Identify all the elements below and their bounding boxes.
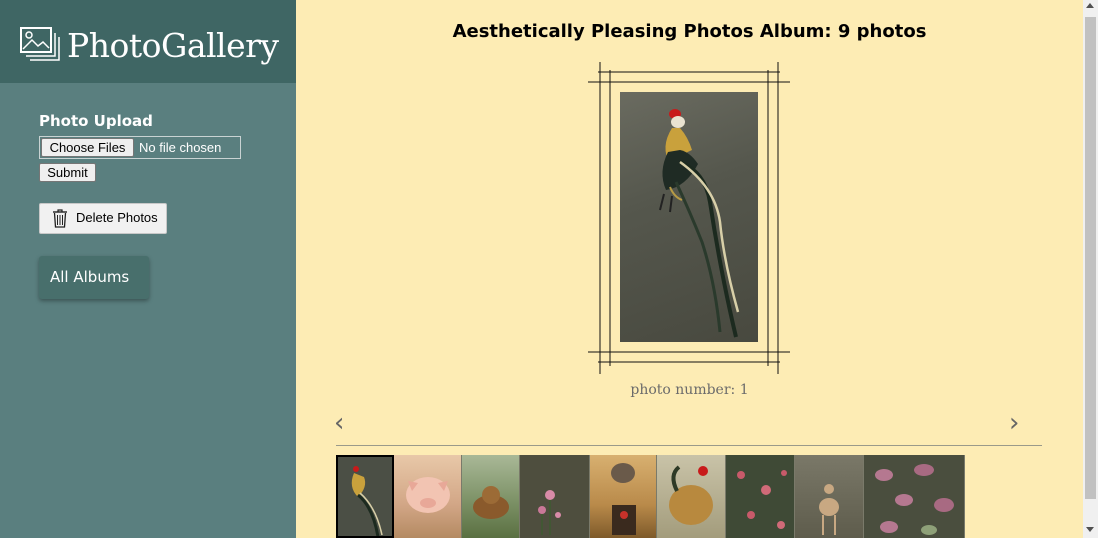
file-input[interactable]: Choose Files No file chosen [39, 136, 241, 159]
thumbnail-strip [336, 455, 965, 538]
choose-files-button[interactable]: Choose Files [41, 138, 134, 157]
thumbnail-rooster-hen[interactable] [657, 455, 726, 538]
thumbnail-deer[interactable] [795, 455, 864, 538]
main-photo-rooster[interactable] [620, 92, 758, 342]
thumbnail-pink-leaves[interactable] [864, 455, 965, 538]
thumbnail-train[interactable] [590, 455, 657, 538]
previous-arrow-icon[interactable]: ‹ [334, 408, 344, 438]
scroll-up-icon[interactable] [1086, 3, 1094, 8]
all-albums-label: All Albums [50, 268, 130, 286]
thumbnail-bear[interactable] [462, 455, 520, 538]
all-albums-button[interactable]: All Albums [39, 256, 149, 299]
upload-label: Photo Upload [39, 112, 153, 130]
thumbnail-flowers[interactable] [520, 455, 590, 538]
submit-button[interactable]: Submit [39, 163, 96, 182]
delete-photos-button[interactable]: Delete Photos [39, 203, 167, 234]
brand-bar: PhotoGallery [0, 0, 296, 83]
next-arrow-icon[interactable]: › [1009, 408, 1019, 438]
vertical-scrollbar[interactable] [1083, 0, 1098, 538]
scroll-down-icon[interactable] [1086, 527, 1094, 532]
app-title: PhotoGallery [67, 26, 279, 65]
rooster-image [659, 109, 740, 338]
thumbnail-rooster[interactable] [336, 455, 394, 538]
divider [336, 445, 1042, 446]
gallery-icon [20, 27, 60, 61]
thumbnail-pig[interactable] [394, 455, 462, 538]
scroll-thumb[interactable] [1085, 17, 1096, 499]
thumbnail-roses[interactable] [726, 455, 795, 538]
trash-icon [53, 209, 67, 228]
no-file-text: No file chosen [139, 140, 222, 155]
sidebar: PhotoGallery Photo Upload Choose Files N… [0, 0, 296, 538]
album-title: Aesthetically Pleasing Photos Album: 9 p… [452, 21, 927, 42]
photo-number-text: photo number: 1 [630, 382, 749, 398]
delete-photos-label: Delete Photos [76, 210, 158, 225]
